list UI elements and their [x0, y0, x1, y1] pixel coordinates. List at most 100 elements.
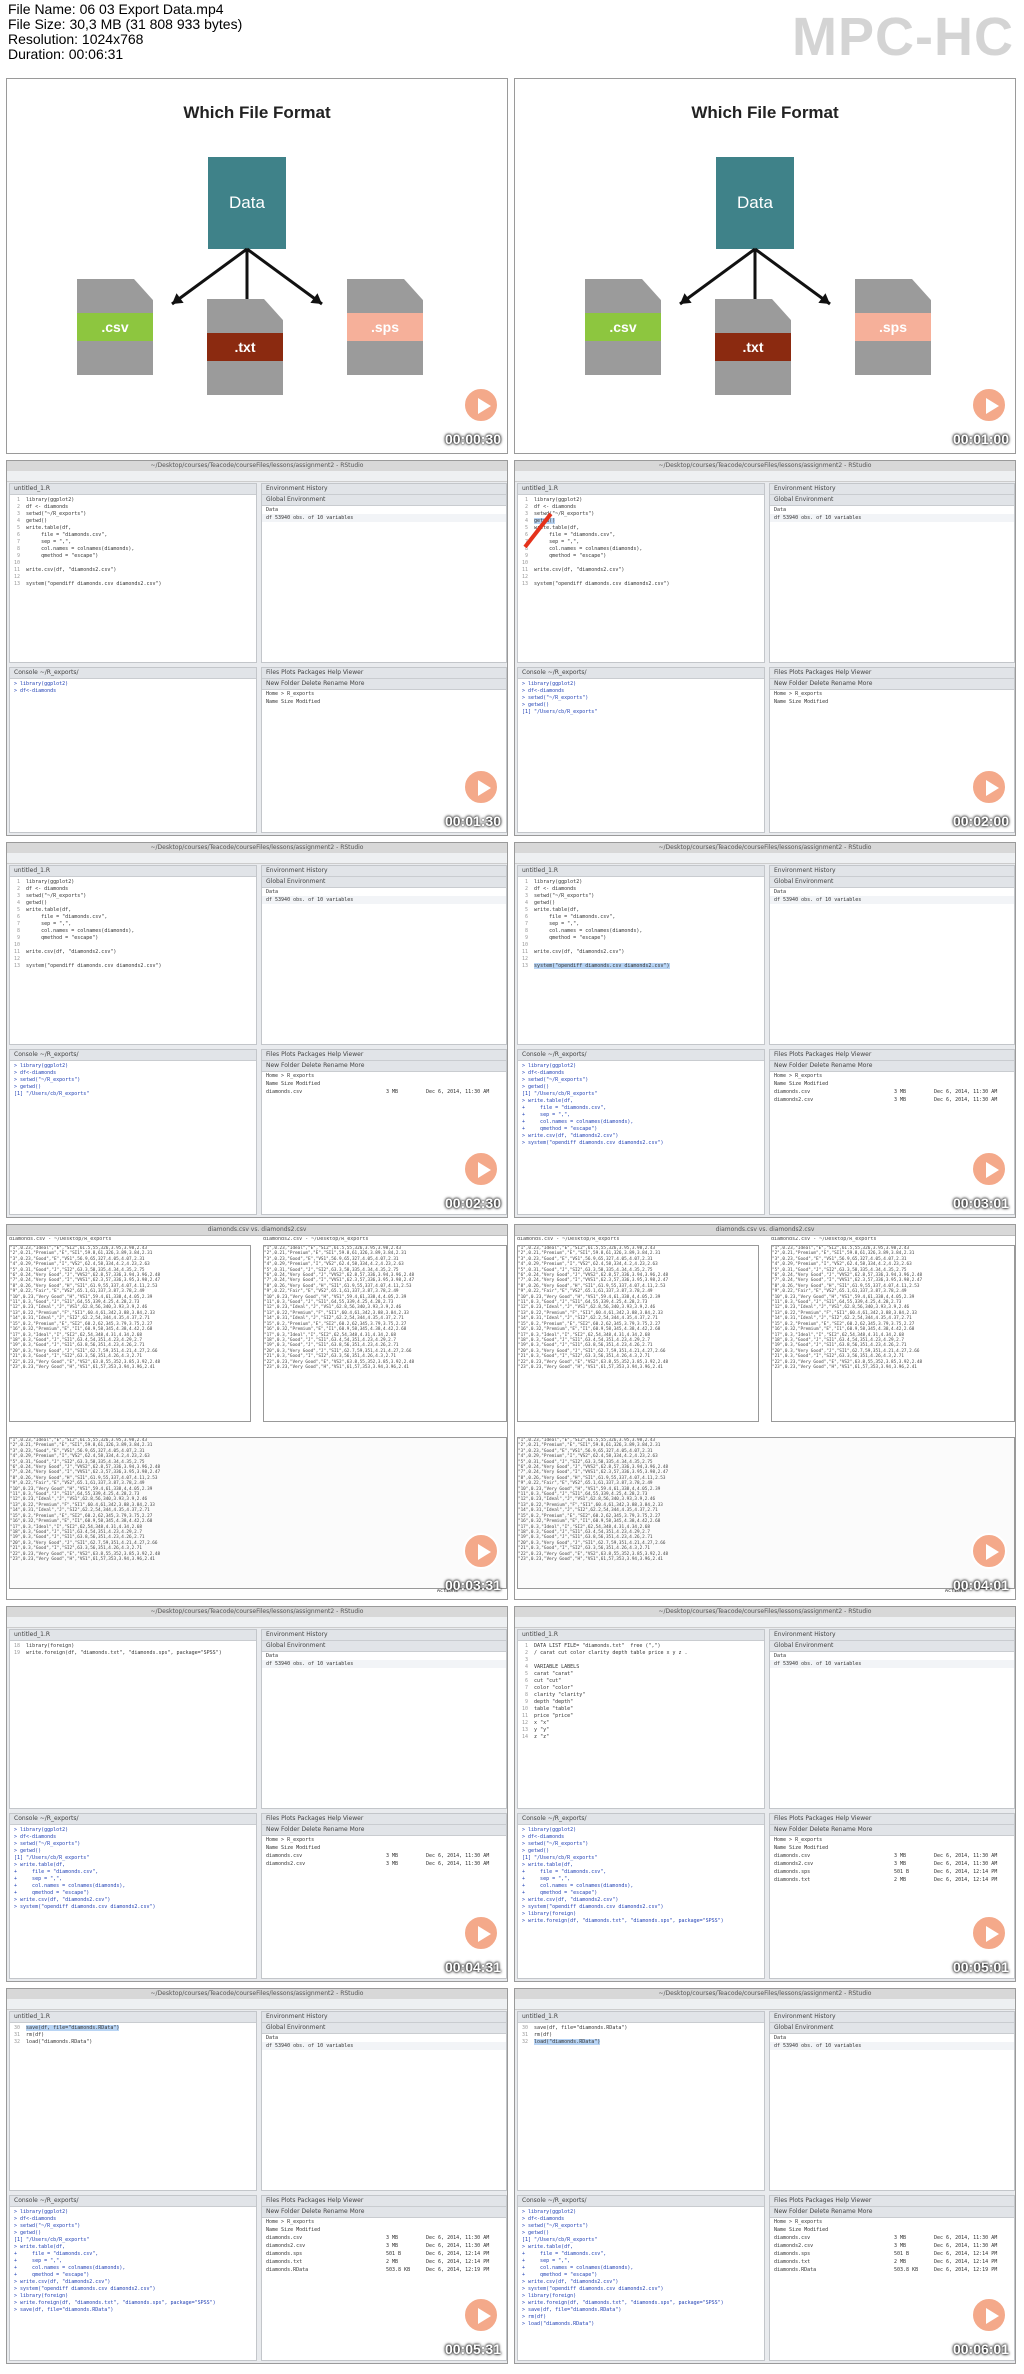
environment-pane[interactable]: Environment History Global Environment Dat… — [261, 865, 507, 1045]
env-row-df[interactable]: df 53940 obs. of 10 variables — [262, 514, 506, 522]
play-icon[interactable] — [463, 1915, 499, 1951]
environment-tabs[interactable]: Environment History — [770, 1630, 1014, 1641]
file-row[interactable]: diamonds.RData 503.8 KB Dec 6, 2014, 12:19… — [262, 2266, 506, 2274]
main-toolbar[interactable] — [7, 471, 507, 482]
file-row[interactable]: diamonds2.csv 3 MB Dec 6, 2014, 11:30 AM — [770, 1096, 1014, 1104]
environment-tabs[interactable]: Environment History — [262, 2012, 506, 2023]
play-icon[interactable] — [971, 387, 1007, 423]
source-tab[interactable]: untitled_1.R — [518, 1630, 764, 1641]
environment-tabs[interactable]: Environment History — [262, 866, 506, 877]
file-row[interactable]: diamonds.csv 3 MB Dec 6, 2014, 11:30 AM — [262, 1852, 506, 1860]
environment-tabs[interactable]: Environment History — [770, 866, 1014, 877]
main-toolbar[interactable] — [515, 1617, 1015, 1628]
tab-environment[interactable]: Environment — [774, 2013, 812, 2020]
play-icon[interactable] — [463, 769, 499, 805]
play-icon[interactable] — [463, 387, 499, 423]
source-pane[interactable]: untitled_1.R 18 library(foreign) 19 write.… — [9, 1629, 257, 1809]
global-env-selector[interactable]: Global Environment — [262, 1641, 506, 1652]
file-row[interactable]: diamonds.csv 3 MB Dec 6, 2014, 11:30 AM — [770, 2234, 1014, 2242]
play-icon[interactable] — [971, 1533, 1007, 1569]
tab-environment[interactable]: Environment — [266, 2013, 304, 2020]
file-name[interactable]: diamonds.txt — [266, 2258, 386, 2266]
environment-pane[interactable]: Environment History Global Environment Dat… — [261, 2011, 507, 2191]
tab-history[interactable]: History — [814, 485, 835, 492]
diff-text-area[interactable]: "1",0.23,"Ideal","E","SI2",61.5,55,326,3… — [9, 1437, 507, 1589]
environment-pane[interactable]: Environment History Global Environment Dat… — [769, 865, 1015, 1045]
play-icon[interactable] — [971, 769, 1007, 805]
file-name[interactable]: diamonds.RData — [774, 2266, 894, 2274]
global-env-selector[interactable]: Global Environment — [262, 877, 506, 888]
global-env-selector[interactable]: Global Environment — [262, 2023, 506, 2034]
tab-environment[interactable]: Environment — [774, 485, 812, 492]
file-name[interactable]: diamonds.csv — [774, 1852, 894, 1860]
files-pane[interactable]: Files Plots Packages Help Viewer New Fold… — [769, 1049, 1015, 1215]
files-pane[interactable]: Files Plots Packages Help Viewer New Fold… — [769, 2195, 1015, 2361]
source-pane[interactable]: untitled_1.R 1 library(ggplot2) 2 df <- … — [517, 865, 765, 1045]
main-toolbar[interactable] — [7, 853, 507, 864]
file-row[interactable]: diamonds.sps 501 B Dec 6, 2014, 12:14 PM — [262, 2250, 506, 2258]
file-name[interactable]: diamonds2.csv — [266, 1860, 386, 1868]
global-env-selector[interactable]: Global Environment — [770, 2023, 1014, 2034]
console-pane[interactable]: Console ~/R_exports/> library(ggplot2) > … — [9, 2195, 257, 2361]
main-toolbar[interactable] — [7, 1999, 507, 2010]
environment-pane[interactable]: Environment History Global Environment Dat… — [769, 2011, 1015, 2191]
file-row[interactable]: diamonds.sps 501 B Dec 6, 2014, 12:14 PM — [770, 2250, 1014, 2258]
file-row[interactable]: diamonds.csv 3 MB Dec 6, 2014, 11:30 AM — [262, 2234, 506, 2242]
file-row[interactable]: diamonds.txt 2 MB Dec 6, 2014, 12:14 PM — [770, 1876, 1014, 1884]
files-tabs[interactable]: Files Plots Packages Help Viewer — [262, 668, 506, 679]
environment-pane[interactable]: Environment History Global Environment Dat… — [769, 1629, 1015, 1809]
file-name[interactable]: diamonds.csv — [774, 2234, 894, 2242]
env-row-df[interactable]: df 53940 obs. of 10 variables — [262, 1660, 506, 1668]
environment-tabs[interactable]: Environment History — [770, 2012, 1014, 2023]
file-name[interactable]: diamonds2.csv — [774, 1860, 894, 1868]
source-pane[interactable]: untitled_1.R 30 save(df, file="diamonds.R… — [517, 2011, 765, 2191]
file-name[interactable]: diamonds2.csv — [774, 2242, 894, 2250]
tab-environment[interactable]: Environment — [266, 867, 304, 874]
file-name[interactable]: diamonds.csv — [266, 1088, 386, 1096]
source-tab[interactable]: untitled_1.R — [518, 484, 764, 495]
main-toolbar[interactable] — [515, 853, 1015, 864]
source-tab[interactable]: untitled_1.R — [10, 1630, 256, 1641]
main-toolbar[interactable] — [515, 1999, 1015, 2010]
files-toolbar[interactable]: New Folder Delete Rename More — [262, 1825, 506, 1836]
file-row[interactable]: diamonds2.csv 3 MB Dec 6, 2014, 11:30 AM — [262, 2242, 506, 2250]
console-pane[interactable]: Console ~/R_exports/> library(ggplot2) > … — [517, 2195, 765, 2361]
files-tabs[interactable]: Files Plots Packages Help Viewer — [770, 1814, 1014, 1825]
console-pane[interactable]: Console ~/R_exports/> library(ggplot2) > … — [517, 1049, 765, 1215]
files-tabs[interactable]: Files Plots Packages Help Viewer — [262, 2196, 506, 2207]
console-pane[interactable]: Console ~/R_exports/> library(ggplot2) > … — [9, 1049, 257, 1215]
file-name[interactable]: diamonds2.csv — [774, 1096, 894, 1104]
file-row[interactable]: diamonds.txt 2 MB Dec 6, 2014, 12:14 PM — [770, 2258, 1014, 2266]
files-tabs[interactable]: Files Plots Packages Help Viewer — [770, 668, 1014, 679]
files-toolbar[interactable]: New Folder Delete Rename More — [770, 1825, 1014, 1836]
tab-history[interactable]: History — [306, 867, 327, 874]
env-row-df[interactable]: df 53940 obs. of 10 variables — [770, 2042, 1014, 2050]
console-pane[interactable]: Console ~/R_exports/> library(ggplot2) > … — [9, 667, 257, 833]
files-toolbar[interactable]: New Folder Delete Rename More — [770, 2207, 1014, 2218]
environment-pane[interactable]: Environment History Global Environment Dat… — [261, 1629, 507, 1809]
play-icon[interactable] — [971, 1915, 1007, 1951]
source-tab[interactable]: untitled_1.R — [10, 484, 256, 495]
files-pane[interactable]: Files Plots Packages Help Viewer New Fold… — [769, 1813, 1015, 1979]
global-env-selector[interactable]: Global Environment — [770, 1641, 1014, 1652]
files-toolbar[interactable]: New Folder Delete Rename More — [262, 2207, 506, 2218]
main-toolbar[interactable] — [7, 1617, 507, 1628]
files-tabs[interactable]: Files Plots Packages Help Viewer — [770, 2196, 1014, 2207]
environment-tabs[interactable]: Environment History — [770, 484, 1014, 495]
source-pane[interactable]: untitled_1.R 1 library(ggplot2) 2 df <- … — [9, 483, 257, 663]
tab-history[interactable]: History — [814, 2013, 835, 2020]
console-pane[interactable]: Console ~/R_exports/> library(ggplot2) > … — [517, 667, 765, 833]
play-icon[interactable] — [463, 1151, 499, 1187]
file-name[interactable]: diamonds.sps — [774, 1868, 894, 1876]
source-pane[interactable]: untitled_1.R 1 library(ggplot2) 2 df <- … — [9, 865, 257, 1045]
file-name[interactable]: diamonds.csv — [774, 1088, 894, 1096]
files-toolbar[interactable]: New Folder Delete Rename More — [262, 679, 506, 690]
tab-environment[interactable]: Environment — [774, 867, 812, 874]
diff-text-area[interactable]: "1",0.23,"Ideal","E","SI2",61.5,55,326,3… — [517, 1245, 759, 1422]
global-env-selector[interactable]: Global Environment — [770, 877, 1014, 888]
env-row-df[interactable]: df 53940 obs. of 10 variables — [262, 2042, 506, 2050]
file-name[interactable]: diamonds.csv — [266, 1852, 386, 1860]
tab-history[interactable]: History — [814, 1631, 835, 1638]
tab-environment[interactable]: Environment — [266, 485, 304, 492]
source-tab[interactable]: untitled_1.R — [10, 2012, 256, 2023]
